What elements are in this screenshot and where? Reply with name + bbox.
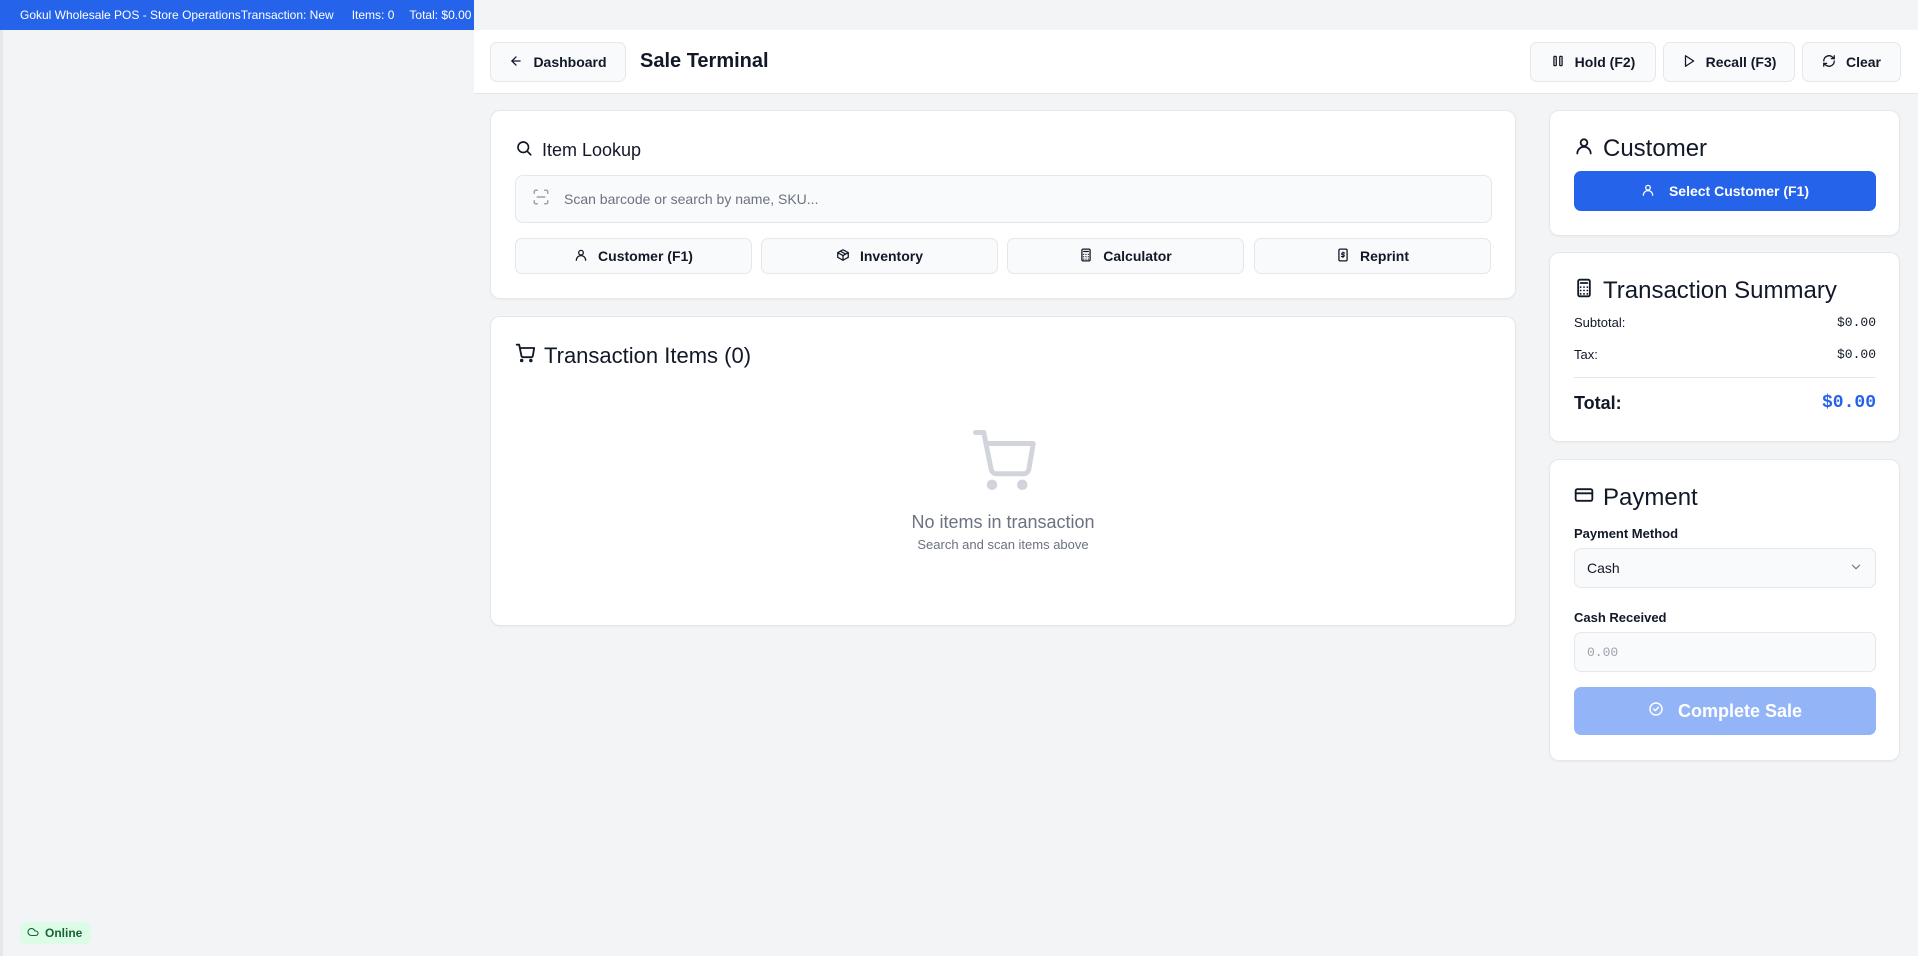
calculator-icon — [1079, 248, 1093, 265]
play-icon — [1682, 54, 1696, 71]
calculator-icon — [1574, 277, 1594, 305]
user-icon — [574, 248, 588, 265]
pause-icon — [1551, 54, 1565, 71]
subtotal-value: $0.00 — [1836, 315, 1876, 330]
tax-label: Tax: — [1574, 347, 1598, 362]
transaction-items-title: Transaction Items (0) — [544, 343, 752, 368]
scan-icon — [532, 188, 550, 211]
complete-sale-button[interactable]: Complete Sale — [1574, 687, 1876, 735]
tax-value: $0.00 — [1836, 347, 1876, 362]
recall-button[interactable]: Recall (F3) — [1663, 42, 1795, 82]
complete-sale-label: Complete Sale — [1677, 700, 1803, 721]
calculator-button[interactable]: Calculator — [1007, 238, 1244, 274]
arrow-left-icon — [509, 54, 523, 71]
customer-card: Customer Select Customer (F1) — [1549, 110, 1900, 236]
total-amount: Total: $0.00 — [409, 8, 472, 22]
refresh-icon — [1822, 54, 1836, 71]
recall-label: Recall (F3) — [1705, 54, 1777, 70]
inventory-label: Inventory — [859, 248, 923, 264]
app-title-bar: Gokul Wholesale POS - Store Operations Tr… — [0, 0, 474, 30]
calculator-label: Calculator — [1103, 248, 1172, 264]
summary-divider — [1574, 377, 1876, 378]
select-customer-label: Select Customer (F1) — [1668, 183, 1810, 199]
transaction-summary-card: Transaction Summary Subtotal: $0.00 Tax:… — [1549, 252, 1900, 442]
reprint-button[interactable]: Reprint — [1254, 238, 1491, 274]
item-search-input[interactable] — [564, 191, 1464, 207]
clear-button[interactable]: Clear — [1802, 42, 1901, 82]
customer-title: Customer — [1603, 135, 1708, 162]
total-label: Total: — [1574, 393, 1622, 413]
transaction-summary-heading: Transaction Summary — [1574, 277, 1837, 305]
customer-quick-button[interactable]: Customer (F1) — [515, 238, 752, 274]
customer-quick-label: Customer (F1) — [598, 248, 693, 264]
chevron-down-icon — [1849, 560, 1863, 577]
credit-card-icon — [1574, 484, 1594, 512]
item-lookup-card: Item Lookup Customer (F1) Inventory Calc… — [490, 110, 1516, 299]
item-search-field[interactable] — [515, 175, 1492, 223]
app-title: Gokul Wholesale POS - Store Operations — [20, 8, 241, 22]
clear-label: Clear — [1845, 54, 1882, 70]
online-status-badge: Online — [20, 922, 92, 944]
subtotal-label: Subtotal: — [1574, 315, 1626, 330]
total-value: $0.00 — [1821, 393, 1876, 413]
transaction-items-card: Transaction Items (0) No items in transa… — [490, 316, 1516, 626]
transaction-items-heading: Transaction Items (0) — [515, 343, 751, 369]
user-icon — [1574, 135, 1594, 163]
cloud-icon — [27, 926, 39, 941]
empty-state: No items in transaction Search and scan … — [491, 427, 1515, 552]
subtotal-row: Subtotal: $0.00 — [1574, 315, 1876, 330]
reprint-label: Reprint — [1360, 248, 1409, 264]
payment-title: Payment — [1603, 484, 1698, 511]
payment-heading: Payment — [1574, 484, 1698, 512]
total-row: Total: $0.00 — [1574, 393, 1876, 414]
payment-method-value: Cash — [1587, 560, 1620, 576]
dashboard-label: Dashboard — [533, 54, 607, 70]
page-header: Dashboard Sale Terminal Hold (F2) Recall… — [474, 30, 1918, 94]
package-icon — [836, 248, 850, 265]
payment-method-select[interactable]: Cash — [1574, 548, 1876, 588]
hold-label: Hold (F2) — [1574, 54, 1636, 70]
select-customer-button[interactable]: Select Customer (F1) — [1574, 171, 1876, 211]
cash-received-input[interactable] — [1587, 644, 1863, 660]
payment-card: Payment Payment Method Cash Cash Receive… — [1549, 459, 1900, 761]
search-icon — [515, 139, 533, 162]
cart-icon — [515, 343, 536, 369]
inventory-button[interactable]: Inventory — [761, 238, 998, 274]
online-label: Online — [45, 926, 83, 940]
left-panel — [0, 30, 474, 956]
empty-state-subtitle: Search and scan items above — [917, 537, 1089, 552]
hold-button[interactable]: Hold (F2) — [1530, 42, 1656, 82]
receipt-icon — [1336, 248, 1350, 265]
empty-cart-icon — [970, 430, 1036, 497]
payment-method-label: Payment Method — [1574, 526, 1679, 541]
cash-received-label: Cash Received — [1574, 610, 1667, 625]
tax-row: Tax: $0.00 — [1574, 347, 1876, 362]
transaction-summary-title: Transaction Summary — [1603, 277, 1837, 304]
item-lookup-title: Item Lookup — [542, 140, 642, 160]
user-icon — [1641, 183, 1655, 200]
items-count: Items: 0 — [351, 8, 395, 22]
page-title: Sale Terminal — [640, 50, 769, 72]
transaction-status: Transaction: New — [240, 8, 334, 22]
dashboard-back-button[interactable]: Dashboard — [490, 42, 626, 82]
empty-state-title: No items in transaction — [911, 512, 1095, 532]
item-lookup-heading: Item Lookup — [515, 139, 641, 162]
customer-heading: Customer — [1574, 135, 1707, 163]
check-circle-icon — [1648, 701, 1664, 722]
cash-received-field[interactable] — [1574, 632, 1876, 672]
